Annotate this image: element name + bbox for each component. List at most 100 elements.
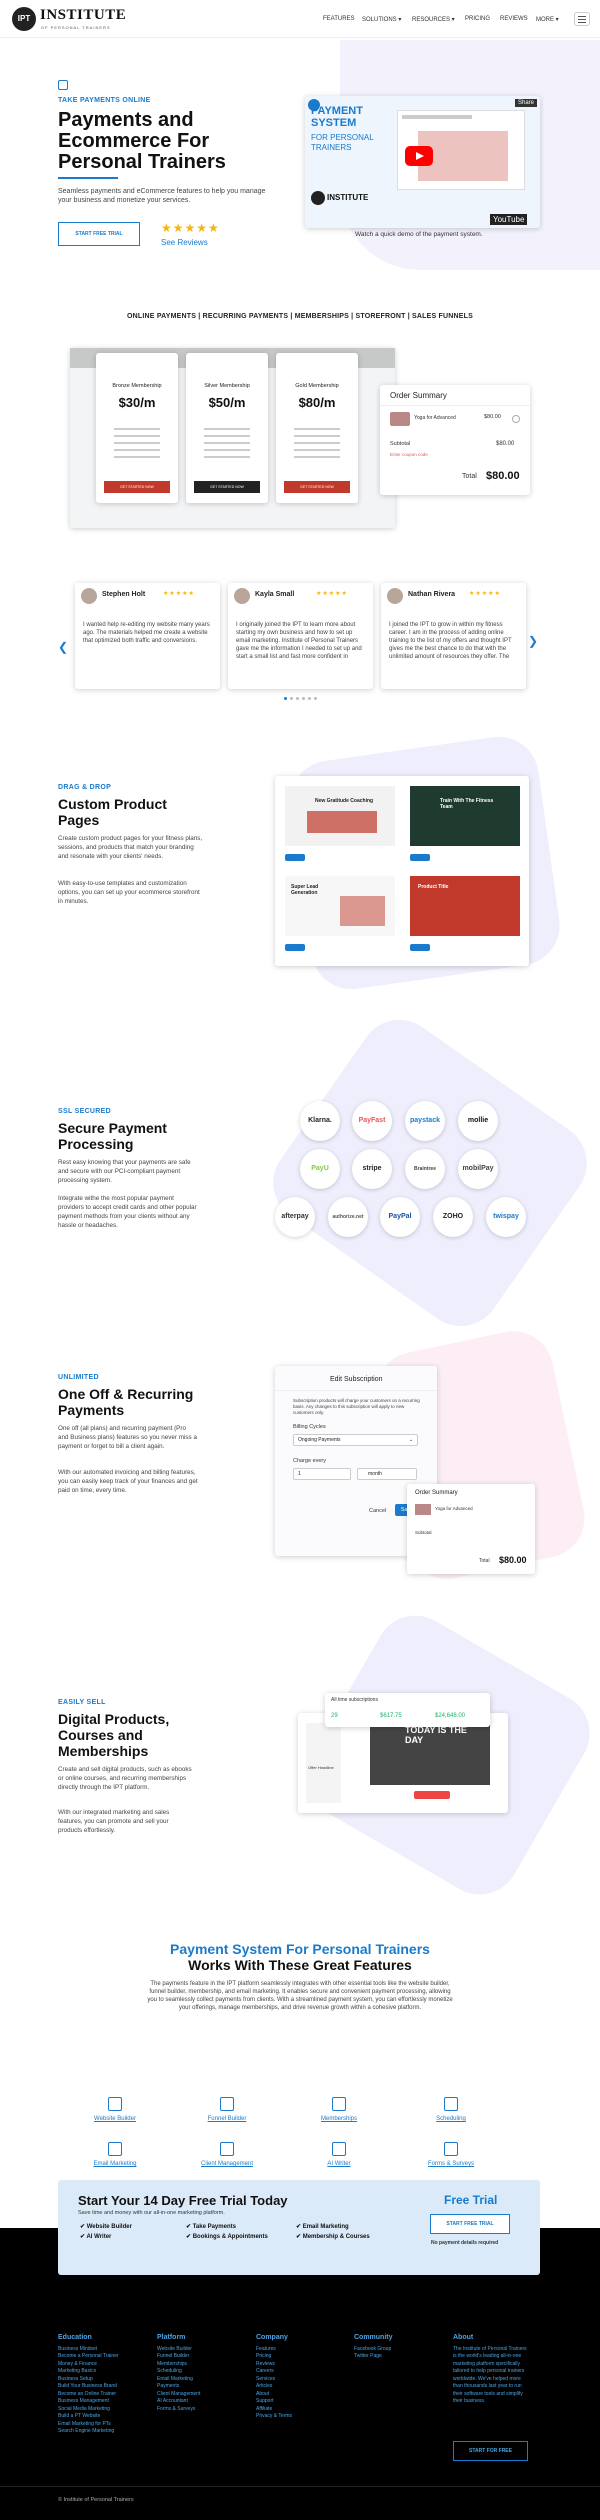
carousel-prev-icon[interactable]: ❮ (58, 640, 68, 654)
hero-title-1: Payments and (58, 109, 194, 131)
footer-link[interactable]: Features (256, 2346, 346, 2354)
footer-link[interactable]: Email Marketing for PTs (58, 2421, 148, 2429)
feature-2[interactable]: Memberships (299, 2097, 379, 2122)
feature-label[interactable]: Client Management (187, 2161, 267, 2167)
youtube-play-icon[interactable] (405, 146, 433, 166)
footer-link[interactable]: Build Your Business Brand (58, 2383, 148, 2391)
cancel-button[interactable]: Cancel (369, 1508, 386, 1514)
youtube-logo[interactable]: YouTube (490, 214, 528, 225)
footer-link[interactable]: Business Management (58, 2398, 148, 2406)
footer-link[interactable]: Articles (256, 2383, 346, 2391)
payment-logo-9: authorize.net (328, 1197, 368, 1237)
course-buy-button[interactable] (414, 1791, 450, 1799)
feature-label[interactable]: Email Marketing (75, 2161, 155, 2167)
feature-label[interactable]: Scheduling (411, 2116, 491, 2122)
footer-link[interactable]: Scheduling (157, 2368, 247, 2376)
charge-every-input[interactable]: 1 (293, 1468, 351, 1480)
get-started-button[interactable]: GET STARTED NOW (284, 481, 350, 493)
feature-1[interactable]: Funnel Builder (187, 2097, 267, 2122)
footer-link[interactable]: Business Mindset (58, 2346, 148, 2354)
footer-link[interactable]: Forms & Surveys (157, 2406, 247, 2414)
share-button[interactable]: Share (515, 99, 538, 107)
logo-text[interactable]: INSTITUTE (40, 7, 126, 24)
nav-more[interactable]: MORE ▾ (536, 16, 559, 23)
footer-start-button[interactable]: START FOR FREE (453, 2441, 528, 2461)
demo-video[interactable]: PAYMENT SYSTEM FOR PERSONAL TRAINERS INS… (305, 96, 540, 228)
start-free-trial-button[interactable]: START FREE TRIAL (58, 222, 140, 246)
payment-logo-8: afterpay (275, 1197, 315, 1237)
footer-link[interactable]: Search Engine Marketing (58, 2428, 148, 2436)
s3-eyebrow: UNLIMITED (58, 1374, 99, 1381)
tile-1-button[interactable] (285, 854, 305, 861)
footer-link[interactable]: Build a PT Website (58, 2413, 148, 2421)
footer-link[interactable]: AI Accountant (157, 2398, 247, 2406)
trial-start-button[interactable]: START FREE TRIAL (430, 2214, 510, 2234)
testimonial-name: Nathan Rivera (408, 591, 456, 598)
feature-0[interactable]: Website Builder (75, 2097, 155, 2122)
feature-line (114, 456, 160, 458)
tile-3-button[interactable] (285, 944, 305, 951)
tile-2-button[interactable] (410, 854, 430, 861)
s2-paragraph-2: Integrate withe the most popular payment… (58, 1195, 197, 1229)
feature-3[interactable]: Scheduling (411, 2097, 491, 2122)
hamburger-menu-icon[interactable] (574, 12, 590, 26)
feature-line (204, 442, 250, 444)
footer-link[interactable]: Client Management (157, 2391, 247, 2399)
footer-link[interactable]: About (256, 2391, 346, 2399)
footer-link[interactable]: Business Setup (58, 2376, 148, 2384)
footer-link[interactable]: Twitter Page (354, 2353, 444, 2361)
billing-select[interactable]: Ongoing Payments (293, 1434, 418, 1446)
footer-link[interactable]: Support (256, 2398, 346, 2406)
trial-item-2: ✔ AI Writer (80, 2234, 112, 2240)
logo-badge-icon[interactable]: IPT (12, 7, 36, 31)
feature-6[interactable]: AI Writer (299, 2142, 379, 2167)
footer-link[interactable]: Memberships (157, 2361, 247, 2369)
tile-4-button[interactable] (410, 944, 430, 951)
get-started-button[interactable]: GET STARTED NOW (104, 481, 170, 493)
nav-features[interactable]: FEATURES (323, 16, 355, 22)
footer-link[interactable]: Email Marketing (157, 2376, 247, 2384)
nav-resources[interactable]: RESOURCES ▾ (412, 16, 455, 23)
coupon-link[interactable]: Enter coupon code (390, 452, 428, 457)
nav-pricing[interactable]: PRICING (465, 16, 490, 22)
trial-item-6: ✔ Membership & Courses (296, 2234, 370, 2240)
footer-link[interactable]: Privacy & Terms (256, 2413, 346, 2421)
nav-reviews[interactable]: REVIEWS (500, 16, 528, 22)
footer-link[interactable]: Money & Finance (58, 2361, 148, 2369)
footer-link[interactable]: Reviews (256, 2361, 346, 2369)
footer-link[interactable]: Facebook Group (354, 2346, 444, 2354)
footer-link[interactable]: Marketing Basics (58, 2368, 148, 2376)
hero-description: Seamless payments and eCommerce features… (58, 188, 266, 204)
feature-5[interactable]: Client Management (187, 2142, 267, 2167)
feature-line (204, 428, 250, 430)
footer-link[interactable]: Affiliate (256, 2406, 346, 2414)
footer-link[interactable]: Social Media Marketing (58, 2406, 148, 2414)
footer-link[interactable]: Become an Online Trainer (58, 2391, 148, 2399)
feature-label[interactable]: Forms & Surveys (411, 2161, 491, 2167)
footer-link[interactable]: Funnel Builder (157, 2353, 247, 2361)
nav-solutions[interactable]: SOLUTIONS ▾ (362, 16, 401, 23)
charge-unit-select[interactable]: month (357, 1468, 417, 1480)
feature-label[interactable]: Memberships (299, 2116, 379, 2122)
footer-column-3: Community Facebook Group Twitter Page (354, 2334, 444, 2361)
payment-logo-4: PayU (300, 1149, 340, 1189)
footer-link[interactable]: Payments (157, 2383, 247, 2391)
footer-link[interactable]: Services (256, 2376, 346, 2384)
remove-item-icon[interactable] (512, 415, 520, 423)
footer-link[interactable]: Pricing (256, 2353, 346, 2361)
footer-link[interactable]: Careers (256, 2368, 346, 2376)
carousel-next-icon[interactable]: ❯ (528, 634, 538, 648)
see-reviews-link[interactable]: See Reviews (161, 238, 208, 247)
get-started-button[interactable]: GET STARTED NOW (194, 481, 260, 493)
subscriptions-stats-card: All time subscriptions 29 $617.75 $24,64… (325, 1693, 490, 1727)
payment-logo-12: twispay (486, 1197, 526, 1237)
feature-4[interactable]: Email Marketing (75, 2142, 155, 2167)
footer-link[interactable]: Website Builder (157, 2346, 247, 2354)
feature-7[interactable]: Forms & Surveys (411, 2142, 491, 2167)
feature-label[interactable]: Funnel Builder (187, 2116, 267, 2122)
carousel-dots[interactable] (284, 697, 324, 701)
footer-link[interactable]: Become a Personal Trainer (58, 2353, 148, 2361)
feature-label[interactable]: Website Builder (75, 2116, 155, 2122)
trial-subtitle: Save time and money with our all-in-one … (78, 2210, 225, 2216)
feature-label[interactable]: AI Writer (299, 2161, 379, 2167)
